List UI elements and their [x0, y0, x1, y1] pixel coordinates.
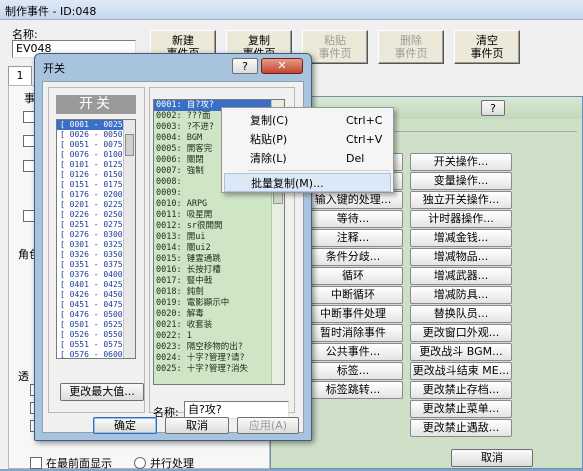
page-tab-label: 1	[16, 69, 24, 82]
menu-item-batch-copy[interactable]: 批量复制(M)...	[224, 173, 391, 192]
command-button[interactable]: 条件分歧...	[303, 248, 403, 266]
switch-item[interactable]: 0019: 電影顯示中	[154, 298, 284, 309]
command-help-icon: ?	[490, 102, 496, 115]
command-button[interactable]: 注释...	[303, 229, 403, 247]
command-button[interactable]: 标签...	[303, 362, 403, 380]
switch-item[interactable]: 0025: 十字?管理?消失	[154, 364, 284, 375]
close-icon: ✕	[277, 59, 287, 72]
command-button[interactable]: 变量操作...	[410, 172, 512, 190]
delete-page-label-2: 事件页	[394, 47, 428, 60]
switch-item[interactable]: 0020: 解毒	[154, 309, 284, 320]
switch-item[interactable]: 0013: 開ui	[154, 232, 284, 243]
parallel-radio[interactable]	[134, 457, 146, 469]
switch-item[interactable]: 0016: 长按打槽	[154, 265, 284, 276]
menu-item-paste-label: 粘贴(P)	[250, 133, 288, 146]
menu-item-copy-label: 复制(C)	[250, 114, 289, 127]
command-button[interactable]: 公共事件...	[303, 343, 403, 361]
command-button[interactable]: 增减防具...	[410, 286, 512, 304]
menu-item-clear-shortcut: Del	[346, 152, 365, 165]
command-button[interactable]: 更改禁止遇敌...	[410, 419, 512, 437]
ok-label: 确定	[114, 419, 136, 432]
window-title: 制作事件 - ID:048	[5, 5, 97, 18]
topmost-label: 在最前面显示	[46, 457, 112, 470]
ok-button[interactable]: 确定	[93, 417, 157, 434]
switch-list-header: 开关	[56, 95, 136, 114]
menu-item-copy-shortcut: Ctrl+C	[346, 114, 383, 127]
menu-item-clear[interactable]: 清除(L) Del	[224, 149, 391, 168]
command-button[interactable]: 等待...	[303, 210, 403, 228]
apply-label: 应用(A)	[248, 419, 288, 432]
command-button[interactable]: 更改禁止存档...	[410, 381, 512, 399]
switch-close-button[interactable]: ✕	[261, 58, 303, 74]
command-cancel-label: 取消	[481, 451, 503, 464]
paste-page-label-2: 事件页	[318, 47, 352, 60]
command-button[interactable]: 计时器操作...	[410, 210, 512, 228]
command-button[interactable]: 增减物品...	[410, 248, 512, 266]
switch-item[interactable]: 0010: ARPG	[154, 199, 284, 210]
command-button[interactable]: 增减金钱...	[410, 229, 512, 247]
menu-item-copy[interactable]: 复制(C) Ctrl+C	[224, 111, 391, 130]
change-max-button[interactable]: 更改最大值...	[60, 383, 144, 401]
command-button[interactable]: 循环	[303, 267, 403, 285]
delete-page-label-1: 删除	[400, 34, 422, 47]
command-button[interactable]: 独立开关操作...	[410, 191, 512, 209]
cancel-button[interactable]: 取消	[165, 417, 229, 434]
switch-item[interactable]: 0014: 關ui2	[154, 243, 284, 254]
new-page-label-1: 新建	[172, 34, 194, 47]
paste-page-label-1: 粘贴	[324, 34, 346, 47]
menu-item-paste-shortcut: Ctrl+V	[346, 133, 383, 146]
switch-item[interactable]: 0018: 鈍劍	[154, 287, 284, 298]
switch-item[interactable]: 0022: 1	[154, 331, 284, 342]
command-tab-divider	[391, 131, 577, 132]
switch-item[interactable]: 0011: 吸星開	[154, 210, 284, 221]
menu-separator	[248, 170, 390, 171]
clear-page-label-2: 事件页	[470, 47, 504, 60]
clear-page-label-1: 清空	[476, 34, 498, 47]
command-button[interactable]: 更改禁止菜单...	[410, 400, 512, 418]
menu-item-paste[interactable]: 粘贴(P) Ctrl+V	[224, 130, 391, 149]
copy-page-label-1: 复制	[248, 34, 270, 47]
group-list-scrollbar[interactable]	[123, 120, 135, 358]
menu-item-clear-label: 清除(L)	[250, 152, 287, 165]
command-button[interactable]: 标签跳转...	[303, 381, 403, 399]
command-button[interactable]: 更改战斗 BGM...	[410, 343, 512, 361]
command-button[interactable]: 中断事件处理	[303, 305, 403, 323]
switch-item[interactable]: 0015: 锤霊通跳	[154, 254, 284, 265]
command-button[interactable]: 中断循环	[303, 286, 403, 304]
page-tab-1[interactable]: 1	[8, 66, 32, 86]
switch-help-button[interactable]: ?	[232, 58, 258, 74]
parallel-label: 并行处理	[150, 457, 194, 470]
command-button[interactable]: 暂时消除事件	[303, 324, 403, 342]
change-max-label: 更改最大值...	[69, 385, 135, 398]
clear-page-button[interactable]: 清空 事件页	[454, 30, 520, 64]
cancel-label: 取消	[186, 419, 208, 432]
options-label: 透	[18, 370, 29, 383]
switch-item[interactable]: 0021: 收套装	[154, 320, 284, 331]
menu-item-batch-copy-label: 批量复制(M)...	[251, 177, 324, 190]
command-button[interactable]: 开关操作...	[410, 153, 512, 171]
command-button[interactable]: 更改战斗结束 ME...	[410, 362, 512, 380]
context-menu: 复制(C) Ctrl+C 粘贴(P) Ctrl+V 清除(L) Del 批量复制…	[221, 107, 394, 193]
help-icon: ?	[242, 60, 248, 73]
title-bar: 制作事件 - ID:048	[0, 0, 583, 20]
switch-item[interactable]: 0017: 豎中戟	[154, 276, 284, 287]
switch-group-list[interactable]: [ 0001 - 0025 ][ 0026 - 0050 ][ 0051 - 0…	[56, 119, 136, 359]
command-help-button[interactable]: ?	[481, 100, 505, 116]
group-list-scroll-thumb[interactable]	[125, 134, 134, 156]
command-button[interactable]: 增减武器...	[410, 267, 512, 285]
delete-page-button[interactable]: 删除 事件页	[378, 30, 444, 64]
switch-item[interactable]: 0024: 十字?管理?请?	[154, 353, 284, 364]
switch-dialog-title: 开关	[43, 62, 65, 75]
command-button[interactable]: 更改窗口外观...	[410, 324, 512, 342]
topmost-checkbox[interactable]	[30, 457, 42, 469]
command-button[interactable]: 输入键的处理...	[303, 191, 403, 209]
switch-item[interactable]: 0012: sr很開開	[154, 221, 284, 232]
command-button[interactable]: 替换队员...	[410, 305, 512, 323]
switch-item[interactable]: 0023: 隔空移物的出?	[154, 342, 284, 353]
command-cancel-button[interactable]: 取消	[451, 449, 533, 467]
apply-button[interactable]: 应用(A)	[237, 417, 299, 434]
